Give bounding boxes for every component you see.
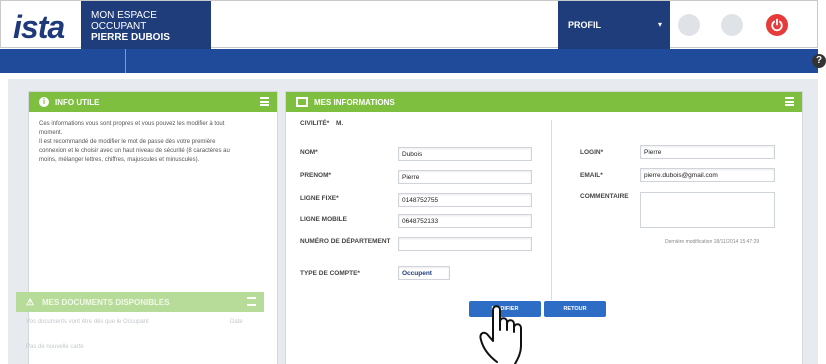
- help-icon[interactable]: ?: [812, 54, 826, 68]
- last-modified-text: Dernière modification 18/11/2014 15:47:2…: [665, 239, 760, 245]
- prenom-field[interactable]: Pierre: [398, 170, 532, 184]
- user-space-box: MON ESPACE OCCUPANT PIERRE DUBOIS: [81, 1, 211, 49]
- commentaire-label: COMMENTAIRE: [580, 193, 629, 200]
- nav-divider: [125, 49, 126, 73]
- info-utile-title: INFO UTILE: [55, 98, 100, 107]
- civilite-value: M.: [336, 120, 344, 127]
- civilite-label: CIVILITÉ*: [300, 120, 330, 127]
- user-name: PIERRE DUBOIS: [91, 32, 170, 43]
- nom-field[interactable]: Dubois: [398, 147, 532, 161]
- nom-label: NOM*: [300, 149, 318, 156]
- type-compte-label: TYPE DE COMPTE*: [300, 270, 360, 277]
- profile-label: PROFIL: [568, 20, 601, 30]
- settings-icon[interactable]: [678, 14, 700, 36]
- retour-button[interactable]: RETOUR: [544, 301, 606, 317]
- documents-title: MES DOCUMENTS DISPONIBLES: [42, 298, 170, 307]
- space-title: MON ESPACE OCCUPANT: [91, 10, 157, 32]
- ligne-fixe-label: LIGNE FIXE*: [300, 195, 339, 202]
- mes-informations-panel: MES INFORMATIONS CIVILITÉ* M. NOM* Duboi…: [285, 91, 803, 364]
- documents-empty-text: Pas de nouvelle carte: [26, 344, 84, 350]
- info-utile-header: i INFO UTILE: [29, 92, 277, 112]
- departement-label: NUMÉRO DE DÉPARTEMENT: [300, 238, 391, 245]
- power-icon[interactable]: [766, 14, 788, 36]
- message-icon[interactable]: [721, 14, 743, 36]
- email-label: EMAIL*: [580, 172, 603, 179]
- content-area: i INFO UTILE Ces informations vous sont …: [8, 79, 818, 364]
- departement-field[interactable]: [398, 237, 532, 251]
- commentaire-field[interactable]: [640, 192, 775, 228]
- column-divider: [551, 120, 552, 300]
- info-utile-text: Ces informations vous sont propres et vo…: [39, 121, 230, 163]
- info-icon: i: [39, 97, 49, 107]
- mes-informations-header: MES INFORMATIONS: [286, 92, 802, 112]
- documents-row-date: Date: [230, 319, 243, 325]
- ligne-mobile-field[interactable]: 0648752133: [398, 214, 532, 228]
- profile-menu[interactable]: PROFIL ▾: [558, 1, 670, 49]
- login-label: LOGIN*: [580, 149, 604, 156]
- documents-header: ⚠ MES DOCUMENTS DISPONIBLES: [16, 292, 264, 312]
- hand-cursor-icon: [479, 305, 522, 364]
- warning-icon: ⚠: [26, 297, 35, 307]
- hamburger-icon[interactable]: [247, 297, 256, 306]
- top-bar: ista MON ESPACE OCCUPANT PIERRE DUBOIS P…: [0, 0, 818, 49]
- email-field[interactable]: pierre.dubois@gmail.com: [640, 168, 775, 182]
- nav-bar: [0, 49, 818, 73]
- mes-informations-title: MES INFORMATIONS: [314, 98, 395, 107]
- login-field[interactable]: Pierre: [640, 145, 775, 159]
- ista-logo[interactable]: ista: [13, 9, 65, 46]
- prenom-label: PRENOM*: [300, 172, 332, 179]
- ligne-mobile-label: LIGNE MOBILE: [300, 216, 347, 223]
- id-card-icon: [296, 97, 308, 107]
- hamburger-icon[interactable]: [260, 97, 269, 106]
- type-compte-field: Occupent: [398, 266, 450, 280]
- chevron-down-icon: ▾: [657, 20, 662, 29]
- documents-row-text: Vos documents vont être dès que le Occup…: [26, 319, 149, 325]
- hamburger-icon[interactable]: [785, 97, 794, 106]
- ligne-fixe-field[interactable]: 0148752755: [398, 193, 532, 207]
